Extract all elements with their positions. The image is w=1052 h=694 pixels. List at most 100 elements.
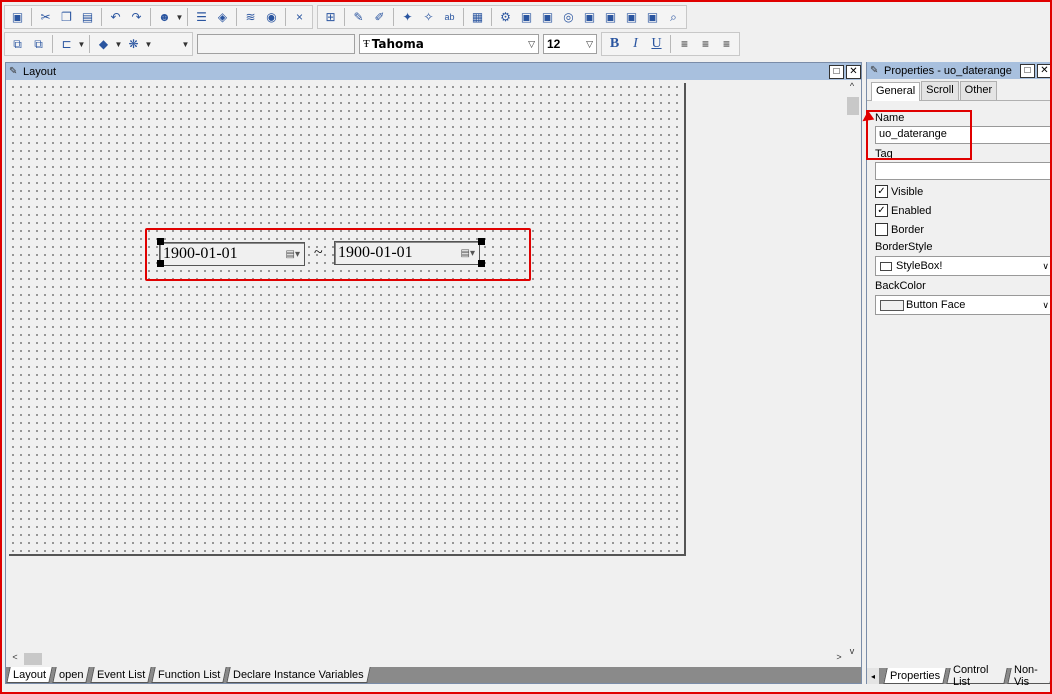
tab-layout[interactable]: Layout — [6, 667, 53, 683]
tab-other[interactable]: Other — [959, 81, 998, 100]
cut-icon[interactable]: ✂ — [35, 7, 56, 27]
lock-icon[interactable]: ▣ — [579, 7, 600, 27]
color-swatch — [880, 299, 904, 311]
chevron-down-icon[interactable]: ▼ — [175, 13, 184, 22]
step-icon[interactable]: ✧ — [418, 7, 439, 27]
scroll-down-icon[interactable]: v — [845, 646, 859, 656]
visible-checkbox[interactable]: ✓ Visible — [875, 185, 923, 198]
tab-scroll[interactable]: Scroll — [921, 81, 959, 100]
debug-icon[interactable]: ✦ — [397, 7, 418, 27]
font-name-select[interactable]: Ŧ Tahoma ▽ — [359, 34, 539, 54]
tab-nav-left-icon[interactable]: ◂ — [867, 668, 879, 684]
chevron-down-icon[interactable]: ▼ — [144, 40, 153, 49]
underline-button[interactable]: U — [646, 34, 667, 54]
horizontal-scrollbar[interactable]: < > — [6, 651, 846, 667]
toolbar-separator — [491, 8, 492, 26]
event-icon[interactable]: ◈ — [212, 7, 233, 27]
tag-field[interactable] — [875, 162, 1052, 180]
properties-icon[interactable]: ≋ — [240, 7, 261, 27]
align-icon[interactable]: ⊏ — [56, 34, 77, 54]
search-icon[interactable]: ⌕ — [663, 7, 684, 27]
paste-icon[interactable]: ▤ — [77, 7, 98, 27]
maximize-button[interactable]: □ — [829, 64, 844, 79]
chevron-down-icon: ▽ — [528, 38, 535, 49]
tab-general[interactable]: General — [871, 82, 921, 101]
resize-handle[interactable] — [157, 238, 164, 245]
comment-icon[interactable]: ✎ — [348, 7, 369, 27]
resize-handle[interactable] — [478, 260, 485, 267]
vertical-scrollbar[interactable]: ^ v — [845, 80, 861, 658]
properties-title: Properties - uo_daterange — [884, 64, 1012, 77]
toolbar-separator — [463, 8, 464, 26]
calendar-dropdown-icon[interactable]: ▤▾ — [461, 248, 475, 259]
chevron-down-icon: ▽ — [586, 38, 593, 49]
start-date-field[interactable]: 1900-01-01 ▤▾ — [159, 242, 305, 266]
align-left-icon[interactable]: ≡ — [674, 34, 695, 54]
tab-declare-instance-variables[interactable]: Declare Instance Variables — [226, 667, 371, 683]
tools-toolbar-group: ⊞ ✎ ✐ ✦ ✧ ab ▦ ⚙ ▣ ▣ ◎ ▣ ▣ ▣ ▣ ⌕ — [317, 5, 687, 29]
resize-handle[interactable] — [478, 238, 485, 245]
preview-icon[interactable]: ◉ — [261, 7, 282, 27]
borderstyle-select[interactable]: StyleBox! ∨ — [875, 256, 1052, 276]
tab-function-list[interactable]: Function List — [151, 667, 227, 683]
toolbar-separator — [31, 8, 32, 26]
send-back-icon[interactable]: ⧉ — [28, 34, 49, 54]
borderstyle-label: BorderStyle — [875, 241, 933, 253]
chevron-down-icon[interactable]: ▼ — [77, 40, 86, 49]
close-button[interactable]: ✕ — [1037, 63, 1052, 78]
binoculars-icon[interactable]: ◎ — [558, 7, 579, 27]
style-combo[interactable] — [197, 34, 355, 54]
tab-control-list[interactable]: Control List — [946, 664, 1008, 688]
italic-button[interactable]: I — [625, 34, 646, 54]
calendar-dropdown-icon[interactable]: ▤▾ — [286, 249, 300, 260]
copy-icon[interactable]: ❐ — [56, 7, 77, 27]
standard-toolbar: ▣ ✂ ❐ ▤ ↶ ↷ ☻ ▼ ☰ ◈ ≋ ◉ × ⊞ ✎ ✐ ✦ ✧ ab ▦… — [4, 4, 691, 30]
settings-icon[interactable]: ⚙ — [495, 7, 516, 27]
chevron-down-icon[interactable]: ▼ — [181, 40, 190, 49]
grid-icon[interactable]: ⊞ — [320, 7, 341, 27]
replace-icon[interactable]: ab — [439, 7, 460, 27]
close-icon[interactable]: × — [289, 7, 310, 27]
bold-button[interactable]: B — [604, 34, 625, 54]
end-date-field[interactable]: 1900-01-01 ▤▾ — [334, 241, 480, 265]
tab-properties[interactable]: Properties — [883, 668, 947, 684]
font-size-select[interactable]: 12 ▽ — [543, 34, 597, 54]
lock-icon[interactable]: ▣ — [516, 7, 537, 27]
resize-handle[interactable] — [157, 260, 164, 267]
maximize-button[interactable]: □ — [1020, 63, 1035, 78]
bring-front-icon[interactable]: ⧉ — [7, 34, 28, 54]
design-canvas[interactable] — [9, 83, 686, 556]
lock-icon[interactable]: ▣ — [621, 7, 642, 27]
text-color-icon[interactable]: ❋ — [123, 34, 144, 54]
redo-icon[interactable]: ↷ — [126, 7, 147, 27]
fill-color-icon[interactable]: ◆ — [93, 34, 114, 54]
border-checkbox[interactable]: Border — [875, 223, 924, 236]
scroll-up-icon[interactable]: ^ — [845, 81, 859, 91]
lock-icon[interactable]: ▣ — [642, 7, 663, 27]
scroll-thumb[interactable] — [24, 653, 42, 665]
undo-icon[interactable]: ↶ — [105, 7, 126, 27]
backcolor-select[interactable]: Button Face ∨ — [875, 295, 1052, 315]
tab-open[interactable]: open — [52, 667, 91, 683]
lock-icon[interactable]: ▣ — [600, 7, 621, 27]
chevron-down-icon[interactable]: ▼ — [114, 40, 123, 49]
toolbar-separator — [236, 8, 237, 26]
user-object-icon[interactable]: ☻ — [154, 7, 175, 27]
uncomment-icon[interactable]: ✐ — [369, 7, 390, 27]
close-button[interactable]: ✕ — [846, 64, 861, 79]
window-icon: ✎ — [870, 65, 879, 76]
enabled-checkbox[interactable]: ✓ Enabled — [875, 204, 931, 217]
script-icon[interactable]: ☰ — [191, 7, 212, 27]
save-icon[interactable]: ▣ — [7, 7, 28, 27]
scroll-left-icon[interactable]: < — [8, 652, 22, 662]
library-icon[interactable]: ▦ — [467, 7, 488, 27]
chevron-down-icon: ∨ — [1042, 299, 1049, 310]
toolbar-separator — [393, 8, 394, 26]
scroll-right-icon[interactable]: > — [832, 652, 846, 662]
align-center-icon[interactable]: ≡ — [695, 34, 716, 54]
align-right-icon[interactable]: ≡ — [716, 34, 737, 54]
tab-non-visual[interactable]: Non-Vis — [1006, 664, 1052, 688]
toolbar-separator — [89, 35, 90, 53]
tab-event-list[interactable]: Event List — [89, 667, 152, 683]
lock-icon[interactable]: ▣ — [537, 7, 558, 27]
